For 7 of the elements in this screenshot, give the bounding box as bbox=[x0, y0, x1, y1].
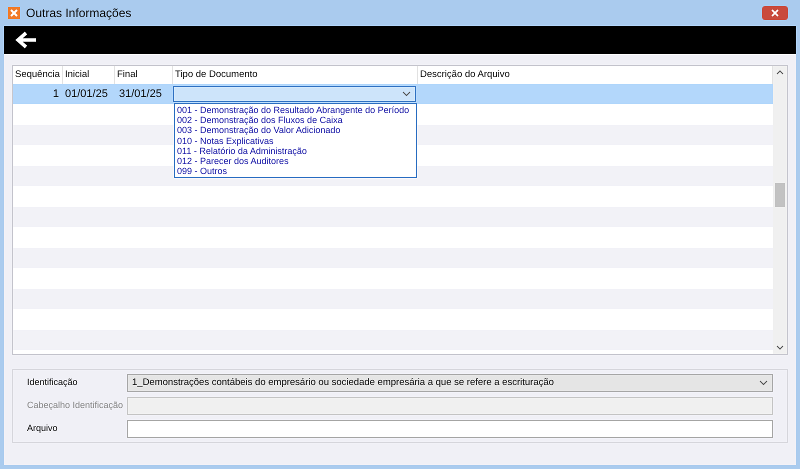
window-title: Outras Informações bbox=[26, 5, 132, 22]
field-label: Identificação bbox=[27, 376, 79, 390]
table-cell-text: 31/01/25 bbox=[118, 86, 163, 102]
table-cell-text: 01/01/25 bbox=[64, 86, 109, 102]
field-label: Cabeçalho Identificação bbox=[27, 399, 124, 412]
table-cell-text: 1 bbox=[52, 86, 60, 102]
field-label: Arquivo bbox=[27, 422, 59, 436]
